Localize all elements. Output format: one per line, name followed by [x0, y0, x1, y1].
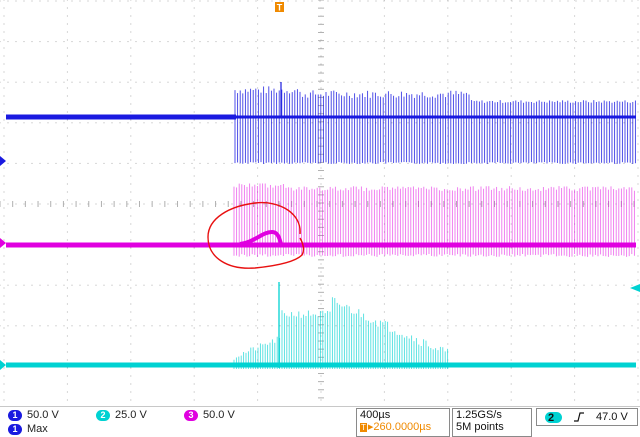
sample-rate: 1.25GS/s — [456, 409, 502, 421]
annotation-circle — [207, 201, 305, 269]
measurement-badge: 1 — [8, 423, 22, 435]
ch3-badge: 3 — [184, 409, 198, 421]
ch3-ground-marker-icon[interactable] — [0, 238, 6, 248]
timebase-position: T ▸260.0000µs — [360, 421, 432, 433]
acquisition-box[interactable]: 1.25GS/s 5M points — [452, 408, 532, 437]
ch2-ground-marker-icon[interactable] — [0, 360, 6, 370]
rising-edge-icon — [574, 412, 584, 422]
ch2-scale-readout[interactable]: 2 25.0 V — [96, 409, 147, 421]
measurement-label: Max — [27, 423, 48, 435]
trigger-T-small-icon: T — [360, 423, 367, 432]
ch1-scale-value: 50.0 V — [27, 409, 59, 421]
timebase-per-div: 400µs — [360, 409, 391, 421]
record-length: 5M points — [456, 421, 504, 433]
ch2-scale-value: 25.0 V — [115, 409, 147, 421]
ch3-scale-readout[interactable]: 3 50.0 V — [184, 409, 235, 421]
ch1-ground-marker-icon[interactable] — [0, 156, 6, 166]
trigger-position-marker[interactable]: T — [275, 2, 284, 13]
timebase-box[interactable]: 400µs T ▸260.0000µs — [356, 408, 450, 437]
oscilloscope-display: T — [0, 0, 640, 408]
waveform-traces — [6, 82, 636, 369]
ch3-scale-value: 50.0 V — [203, 409, 235, 421]
trigger-level: 47.0 V — [596, 411, 628, 423]
ch1-scale-readout[interactable]: 1 50.0 V — [8, 409, 59, 421]
status-bar: 1 50.0 V 2 25.0 V 3 50.0 V 1 Max 400µs T… — [0, 406, 640, 437]
trigger-T-icon: T — [277, 3, 283, 13]
graticule-grid — [0, 0, 639, 408]
measurement-readout[interactable]: 1 Max — [8, 423, 48, 435]
ch1-badge: 1 — [8, 409, 22, 421]
trigger-box[interactable]: 2 47.0 V — [536, 408, 638, 426]
trigger-source-badge: 2 — [545, 411, 562, 424]
ch2-badge: 2 — [96, 409, 110, 421]
